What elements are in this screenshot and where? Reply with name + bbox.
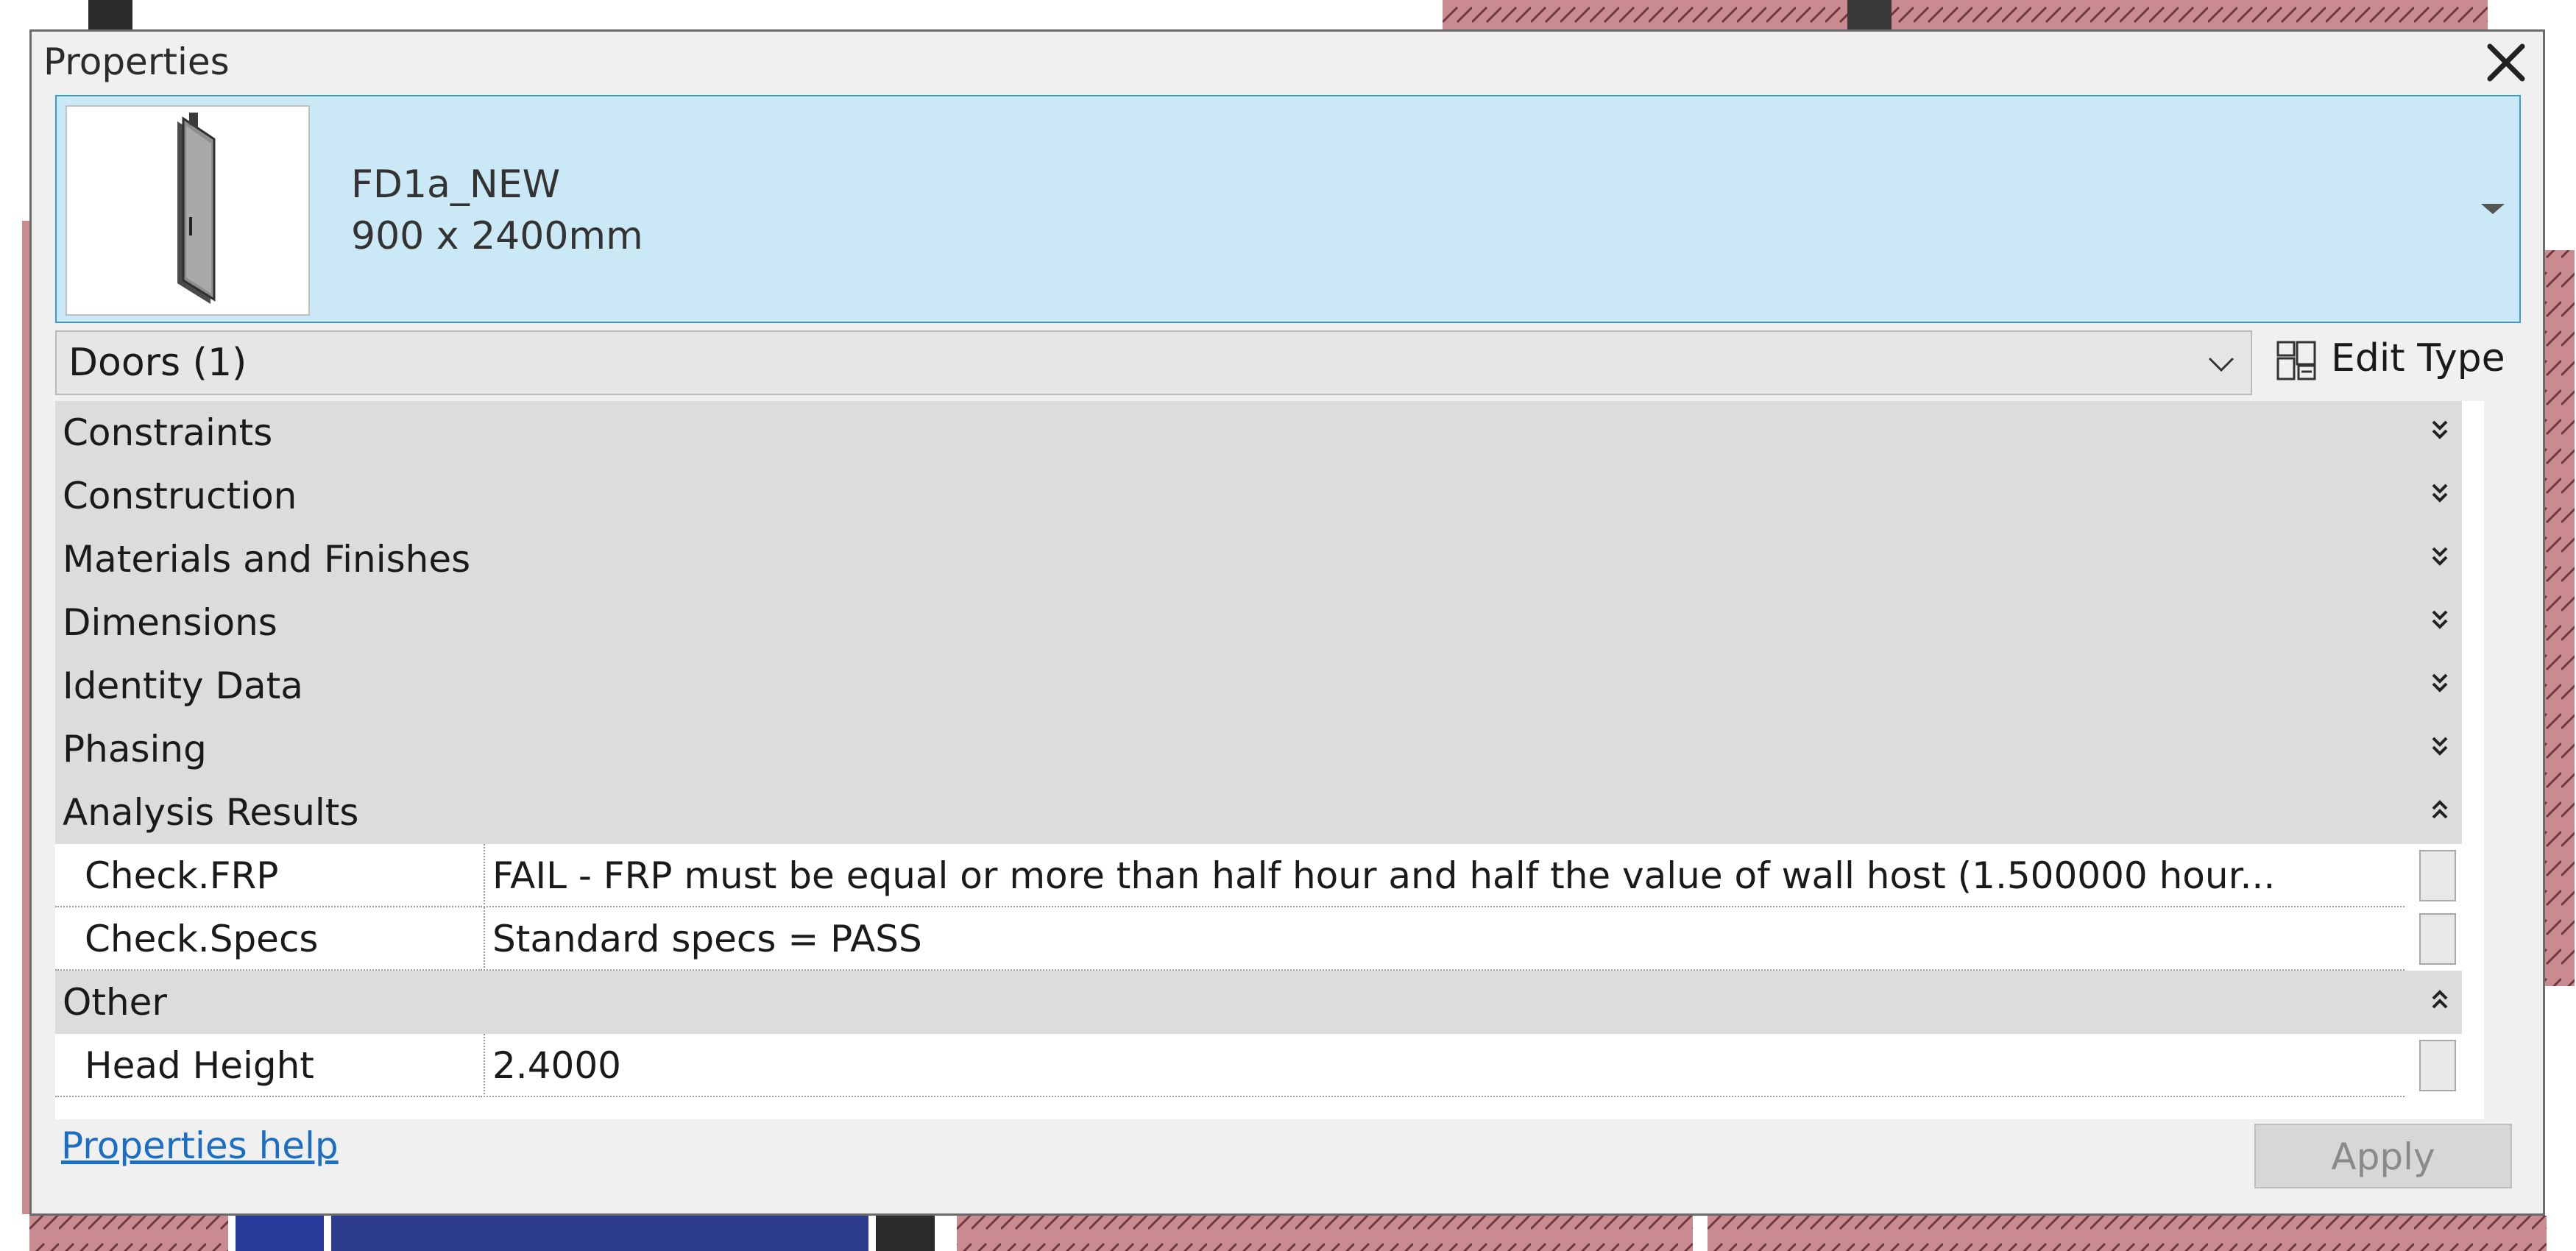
properties-palette: Properties FD1a_NEW 900 x 2400mm Doors (… xyxy=(29,29,2545,1216)
triangle-down-icon[interactable] xyxy=(2477,192,2509,224)
group-dimensions[interactable]: Dimensions xyxy=(55,591,2462,654)
apply-button[interactable]: Apply xyxy=(2254,1124,2512,1188)
properties-grid: Constraints Construction Materials and F… xyxy=(55,401,2484,1119)
browse-button[interactable] xyxy=(2419,1040,2456,1091)
property-row-head-height: Head Height 2.4000 xyxy=(55,1034,2462,1097)
group-constraints[interactable]: Constraints xyxy=(55,401,2462,464)
edit-type-button[interactable]: Edit Type xyxy=(2269,329,2522,394)
group-phasing[interactable]: Phasing xyxy=(55,717,2462,781)
property-row-check-specs: Check.Specs Standard specs = PASS xyxy=(55,907,2462,971)
group-construction[interactable]: Construction xyxy=(55,464,2462,528)
edit-type-icon xyxy=(2276,341,2316,380)
type-thumbnail xyxy=(66,105,310,316)
collapse-icon[interactable] xyxy=(2429,797,2451,825)
expand-icon[interactable] xyxy=(2429,734,2451,762)
expand-icon[interactable] xyxy=(2429,544,2451,572)
filter-label: Doors (1) xyxy=(68,341,247,385)
property-name-cell: Check.FRP xyxy=(55,844,482,907)
browse-button[interactable] xyxy=(2419,850,2456,901)
property-name: Head Height xyxy=(85,1044,314,1087)
property-value: Standard specs = PASS xyxy=(492,918,922,960)
edit-type-label: Edit Type xyxy=(2331,336,2505,380)
property-value-field[interactable]: 2.4000 xyxy=(484,1034,2405,1097)
property-value: FAIL - FRP must be equal or more than ha… xyxy=(492,854,2276,897)
group-identity-data[interactable]: Identity Data xyxy=(55,654,2462,717)
property-name: Check.FRP xyxy=(85,854,279,897)
property-name-cell: Check.Specs xyxy=(55,907,482,971)
group-other[interactable]: Other xyxy=(55,971,2462,1034)
property-value: 2.4000 xyxy=(492,1044,621,1087)
group-label: Materials and Finishes xyxy=(63,538,471,581)
property-row-check-frp: Check.FRP FAIL - FRP must be equal or mo… xyxy=(55,844,2462,907)
expand-icon[interactable] xyxy=(2429,670,2451,698)
property-value-field[interactable]: Standard specs = PASS xyxy=(484,907,2405,971)
expand-icon[interactable] xyxy=(2429,417,2451,445)
group-label: Constraints xyxy=(63,411,273,454)
apply-label: Apply xyxy=(2331,1135,2435,1178)
group-materials-and-finishes[interactable]: Materials and Finishes xyxy=(55,528,2462,591)
group-analysis-results[interactable]: Analysis Results xyxy=(55,781,2462,844)
group-label: Identity Data xyxy=(63,665,303,707)
property-value-field[interactable]: FAIL - FRP must be equal or more than ha… xyxy=(484,844,2405,907)
type-name: 900 x 2400mm xyxy=(351,214,643,258)
group-label: Phasing xyxy=(63,728,207,770)
title-bar[interactable]: Properties xyxy=(32,32,2543,96)
group-label: Construction xyxy=(63,475,297,517)
close-icon[interactable] xyxy=(2480,36,2533,89)
type-selector[interactable]: FD1a_NEW 900 x 2400mm xyxy=(55,95,2521,323)
properties-help-link[interactable]: Properties help xyxy=(61,1124,339,1167)
expand-icon[interactable] xyxy=(2429,481,2451,508)
expand-icon[interactable] xyxy=(2429,607,2451,635)
property-name: Check.Specs xyxy=(85,918,319,960)
palette-title: Properties xyxy=(43,40,230,83)
collapse-icon[interactable] xyxy=(2429,987,2451,1015)
family-name: FD1a_NEW xyxy=(351,163,561,207)
group-label: Analysis Results xyxy=(63,791,359,834)
chevron-down-icon xyxy=(2208,357,2234,372)
property-name-cell: Head Height xyxy=(55,1034,482,1097)
browse-button[interactable] xyxy=(2419,913,2456,965)
door-icon xyxy=(177,113,216,304)
group-label: Other xyxy=(63,981,167,1024)
element-filter-dropdown[interactable]: Doors (1) xyxy=(55,330,2252,395)
group-label: Dimensions xyxy=(63,601,277,644)
